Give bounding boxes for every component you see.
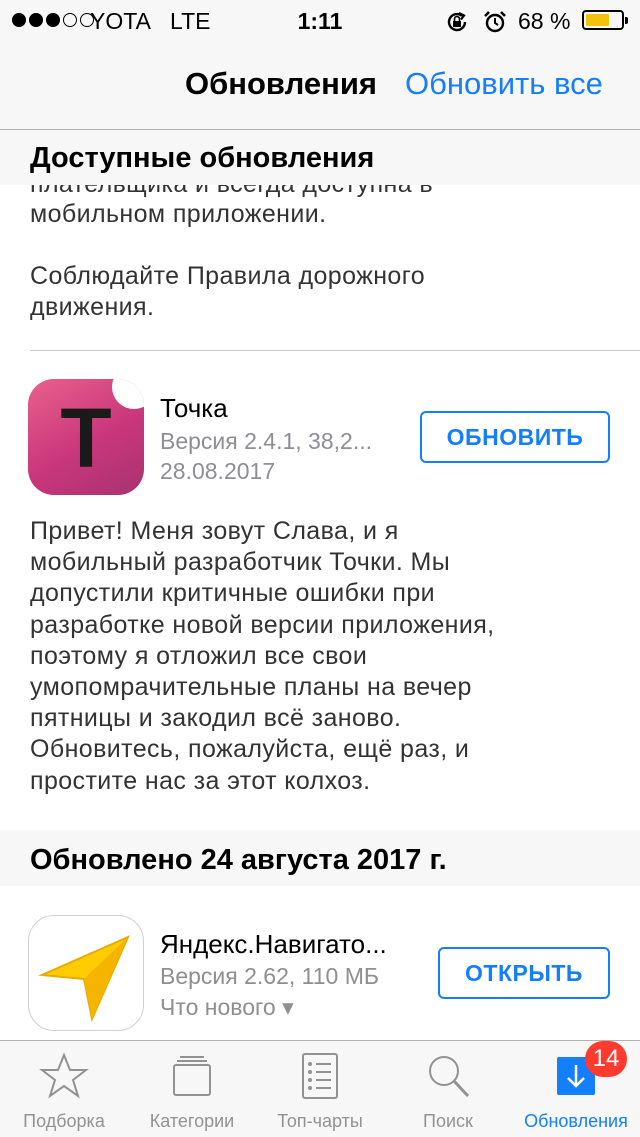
- tab-label: Топ-чарты: [277, 1111, 363, 1131]
- release-notes-line: простите нас за этот колхоз.: [30, 766, 371, 795]
- tochka-logo-letter: Т: [60, 391, 112, 485]
- tab-search[interactable]: Поиск: [384, 1041, 512, 1137]
- tab-categories[interactable]: Категории: [128, 1041, 256, 1137]
- tab-label: Поиск: [423, 1111, 473, 1131]
- alarm-icon: [484, 11, 506, 33]
- release-notes-line: мобильный разработчик Точки. Мы: [30, 548, 451, 577]
- release-notes-line: поэтому я отложил все свои: [30, 641, 368, 670]
- open-button[interactable]: ОТКРЫТЬ: [438, 947, 610, 999]
- app-date: 28.08.2017: [160, 458, 276, 484]
- app-version: Версия 2.62, 110 МБ: [160, 963, 379, 989]
- status-bar: YOTA LTE 1:11 68 %: [0, 0, 640, 40]
- release-notes-line: допустили критичные ошибки при: [30, 579, 436, 608]
- tab-bar: Подборка Категории Топ-чарты Поиск Обнов…: [0, 1040, 640, 1137]
- page-title: Обновления: [185, 66, 377, 101]
- battery-percent: 68 %: [518, 8, 571, 34]
- divider: [30, 350, 640, 351]
- release-notes-line: Привет! Меня зовут Слава, и я: [30, 517, 399, 545]
- app-name[interactable]: Яндекс.Навигато...: [160, 929, 387, 960]
- tab-label: Обновления: [524, 1111, 628, 1131]
- battery-icon: [582, 10, 628, 30]
- release-notes-line: умопомрачительные планы на вечер: [30, 673, 472, 701]
- update-all-button[interactable]: Обновить все: [405, 66, 603, 102]
- updates-count-badge: 14: [585, 1041, 627, 1077]
- tab-top-charts[interactable]: Топ-чарты: [256, 1041, 384, 1137]
- release-notes-line: пятницы и закодил всё заново.: [30, 704, 402, 733]
- app-version: Версия 2.4.1, 38,2...: [160, 428, 372, 454]
- tab-label: Подборка: [23, 1111, 105, 1131]
- search-icon: [429, 1056, 470, 1098]
- tab-featured[interactable]: Подборка: [0, 1041, 128, 1137]
- star-icon: [39, 1052, 89, 1099]
- release-notes-line: Обновитесь, пожалуйста, ещё раз, и: [30, 735, 470, 764]
- yandex-navigator-app-icon[interactable]: [28, 915, 144, 1031]
- whats-new-link[interactable]: Что нового ▾: [160, 994, 294, 1021]
- release-notes-line: разработке новой версии приложения,: [30, 610, 495, 639]
- section-header-available: Доступные обновления: [0, 129, 640, 185]
- app-name[interactable]: Точка: [160, 393, 228, 424]
- previous-notes-line: движения.: [30, 293, 155, 321]
- section-header-updated: Обновлено 24 августа 2017 г.: [0, 830, 640, 886]
- previous-notes-line: Соблюдайте Правила дорожного: [30, 262, 426, 290]
- navigator-arrow-icon: [38, 935, 130, 1023]
- top-bar: YOTA LTE 1:11 68 % Обновления Обновить в…: [0, 0, 640, 130]
- previous-notes-line: мобильном приложении.: [30, 200, 327, 228]
- categories-icon: [173, 1056, 211, 1096]
- update-button[interactable]: ОБНОВИТЬ: [420, 411, 610, 463]
- tab-label: Категории: [149, 1111, 235, 1131]
- top-charts-icon: [302, 1053, 338, 1099]
- rotation-lock-icon: [447, 12, 467, 32]
- tochka-app-icon[interactable]: Т: [28, 379, 144, 495]
